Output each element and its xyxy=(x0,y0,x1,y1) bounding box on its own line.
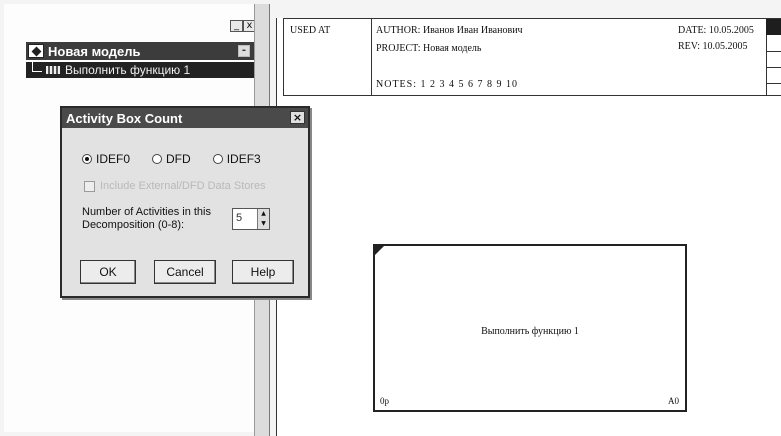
radio-idef3[interactable]: IDEF3 xyxy=(212,152,261,166)
collapse-icon[interactable]: - xyxy=(238,45,250,57)
tree-root-label: Новая модель xyxy=(48,43,141,59)
radio-dfd[interactable]: DFD xyxy=(152,152,191,166)
date-field: DATE: 10.05.2005 xyxy=(678,25,754,36)
panel-controls: _ x xyxy=(230,20,256,32)
activity-count-spinner[interactable]: 5 ▲ ▼ xyxy=(232,208,270,230)
radio-label: DFD xyxy=(166,152,191,166)
project-field: PROJECT: Новая модель xyxy=(376,43,482,54)
checkbox-label: Include External/DFD Data Stores xyxy=(100,180,266,192)
activity-icon xyxy=(46,66,60,74)
author-field: AUTHOR: Иванов Иван Иванович xyxy=(376,25,523,36)
activity-count-value[interactable]: 5 xyxy=(233,209,257,229)
label-line: Decomposition (0-8): xyxy=(82,219,185,231)
checkbox-icon xyxy=(84,180,95,192)
activity-number: A0 xyxy=(668,396,679,406)
diagram-header-frame: USED AT AUTHOR: Иванов Иван Иванович PRO… xyxy=(283,18,781,96)
radio-empty-icon xyxy=(212,154,223,164)
tree-connector-line xyxy=(32,62,42,72)
notes-field: NOTES: 1 2 3 4 5 6 7 8 9 10 xyxy=(376,79,518,90)
radio-label: IDEF3 xyxy=(226,152,261,166)
dialog-title: Activity Box Count xyxy=(66,110,183,126)
panel-minimize-button[interactable]: _ xyxy=(230,20,243,32)
help-button[interactable]: Help xyxy=(232,260,294,284)
arrow-up-icon[interactable]: ▲ xyxy=(258,209,269,219)
tree-item-root[interactable]: Новая модель - xyxy=(26,42,256,60)
activity-cost: 0р xyxy=(380,396,389,406)
close-button[interactable]: × xyxy=(290,111,305,124)
diagram-sheet: USED AT AUTHOR: Иванов Иван Иванович PRO… xyxy=(276,18,781,436)
activity-corner-mark xyxy=(375,246,384,255)
status-cell-line xyxy=(766,67,781,68)
arrow-down-icon[interactable]: ▼ xyxy=(258,219,269,229)
radio-label: IDEF0 xyxy=(96,152,131,166)
spinner-arrows: ▲ ▼ xyxy=(257,209,269,229)
method-radio-group: IDEF0 DFD IDEF3 xyxy=(82,152,261,166)
status-cell-line xyxy=(766,83,781,84)
status-cell-working xyxy=(766,19,781,35)
include-data-stores-checkbox[interactable]: Include External/DFD Data Stores xyxy=(84,180,266,192)
label-line: Number of Activities in this xyxy=(82,206,211,218)
header-divider xyxy=(371,19,372,95)
activity-name: Выполнить функцию 1 xyxy=(481,326,579,337)
activity-count-label: Number of Activities in this Decompositi… xyxy=(82,206,232,232)
dialog-titlebar[interactable]: Activity Box Count × xyxy=(62,108,308,128)
activity-box[interactable]: Выполнить функцию 1 0р A0 xyxy=(373,244,687,412)
radio-empty-icon xyxy=(152,154,163,164)
status-cell-line xyxy=(766,51,781,52)
model-icon xyxy=(28,44,44,58)
rev-field: REV: 10.05.2005 xyxy=(678,41,748,52)
tree-child-label: Выполнить функцию 1 xyxy=(65,63,191,77)
ok-button[interactable]: OK xyxy=(80,260,136,284)
tree-item-activity[interactable]: Выполнить функцию 1 xyxy=(26,62,256,78)
used-at-label: USED AT xyxy=(290,25,331,36)
radio-idef0[interactable]: IDEF0 xyxy=(82,152,130,166)
cancel-button[interactable]: Cancel xyxy=(154,260,216,284)
radio-selected-icon xyxy=(82,154,92,164)
activity-box-count-dialog: Activity Box Count × IDEF0 DFD IDEF3 Inc… xyxy=(60,106,310,298)
